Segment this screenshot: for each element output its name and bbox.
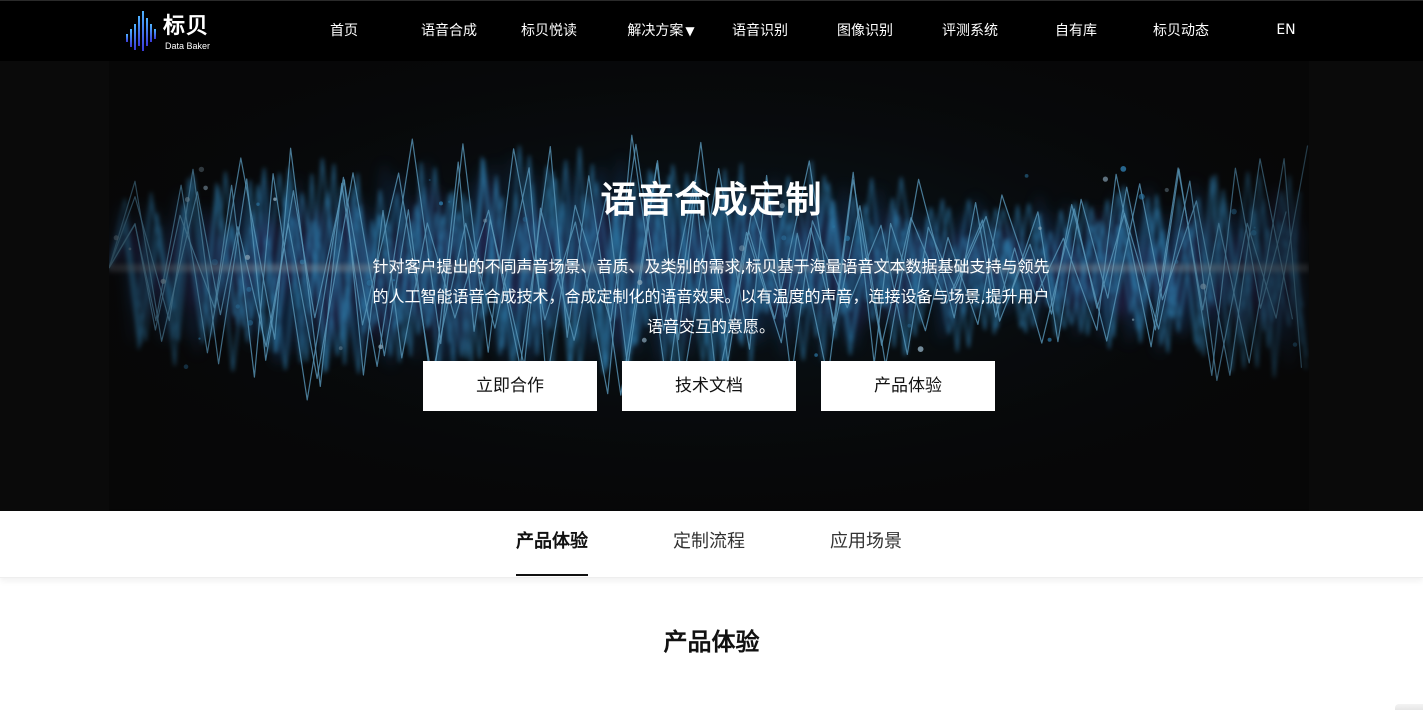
nav-item-news[interactable]: 标贝动态 (1153, 21, 1209, 41)
section-tabs: 产品体验 定制流程 应用场景 (0, 511, 1423, 578)
nav-item-asr[interactable]: 语音识别 (732, 21, 788, 41)
logo-waveform-icon (126, 11, 156, 51)
tab-custom-process[interactable]: 定制流程 (673, 530, 745, 560)
logo-subtext: Data Baker (165, 41, 211, 51)
product-demo-button[interactable]: 产品体验 (821, 361, 995, 411)
nav-item-solutions[interactable]: 解决方案 ▼ (627, 21, 694, 41)
hero-description-line: 语音交互的意愿。 (646, 317, 775, 336)
tab-product-demo[interactable]: 产品体验 (516, 530, 588, 576)
cooperate-button[interactable]: 立即合作 (423, 361, 597, 411)
nav-item-tts[interactable]: 语音合成 (421, 21, 477, 41)
corner-decoration (1395, 704, 1423, 710)
nav-item-solutions-label: 解决方案 (627, 23, 684, 39)
tab-label: 产品体验 (516, 531, 588, 552)
hero-description-line: 的人工智能语音合成技术，合成定制化的语音效果。以有温度的声音，连接设备与场景,提… (372, 287, 1050, 306)
hero-banner: 语音合成定制 针对客户提出的不同声音场景、音质、及类别的需求,标贝基于海量语音文… (0, 61, 1423, 511)
logo-text: 标贝 (163, 14, 210, 39)
hero-description: 针对客户提出的不同声音场景、音质、及类别的需求,标贝基于海量语音文本数据基础支持… (326, 252, 1096, 342)
section-title: 产品体验 (663, 628, 760, 656)
tab-label: 定制流程 (673, 531, 745, 552)
hero-description-line: 针对客户提出的不同声音场景、音质、及类别的需求,标贝基于海量语音文本数据基础支持… (372, 257, 1050, 276)
hero-title: 语音合成定制 (600, 180, 823, 221)
logo[interactable]: 标贝 Data Baker (125, 10, 225, 54)
nav-item-reading[interactable]: 标贝悦读 (521, 21, 577, 41)
language-switch[interactable]: EN (1276, 20, 1295, 40)
tab-use-cases[interactable]: 应用场景 (830, 530, 902, 560)
nav-item-ocr[interactable]: 图像识别 (837, 21, 893, 41)
tech-docs-button[interactable]: 技术文档 (622, 361, 796, 411)
nav-item-library[interactable]: 自有库 (1055, 21, 1097, 41)
tab-label: 应用场景 (830, 531, 902, 552)
nav-item-evaluation[interactable]: 评测系统 (942, 21, 998, 41)
nav-item-home[interactable]: 首页 (330, 21, 358, 41)
top-nav: 标贝 Data Baker 首页 语音合成 标贝悦读 解决方案 ▼ 语音识别 图像… (0, 0, 1423, 61)
chevron-down-icon: ▼ (685, 24, 695, 38)
active-tab-indicator (516, 574, 588, 576)
